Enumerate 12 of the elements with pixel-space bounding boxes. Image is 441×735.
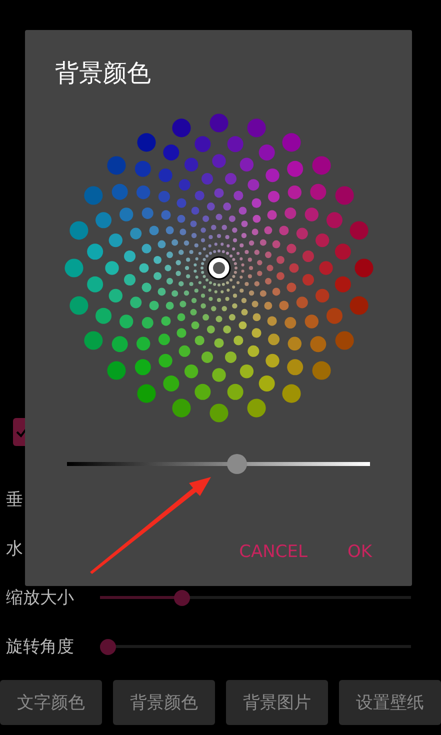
option-button[interactable]: 文字颜色 <box>0 680 102 725</box>
selector-handle[interactable] <box>206 256 230 280</box>
setting-label: 垂 <box>6 489 24 511</box>
color-wheel-drawing[interactable] <box>64 114 373 422</box>
setting-label: 缩放大小 <box>6 587 75 609</box>
dialog-title: 背景颜色 <box>55 58 151 88</box>
option-button[interactable]: 设置壁纸 <box>339 680 441 725</box>
option-button[interactable]: 背景颜色 <box>113 680 215 725</box>
setting-label: 旋转角度 <box>6 636 75 658</box>
option-button[interactable]: 背景图片 <box>226 680 328 725</box>
brightness-slider[interactable] <box>67 454 370 474</box>
setting-label: 水 <box>6 538 24 560</box>
